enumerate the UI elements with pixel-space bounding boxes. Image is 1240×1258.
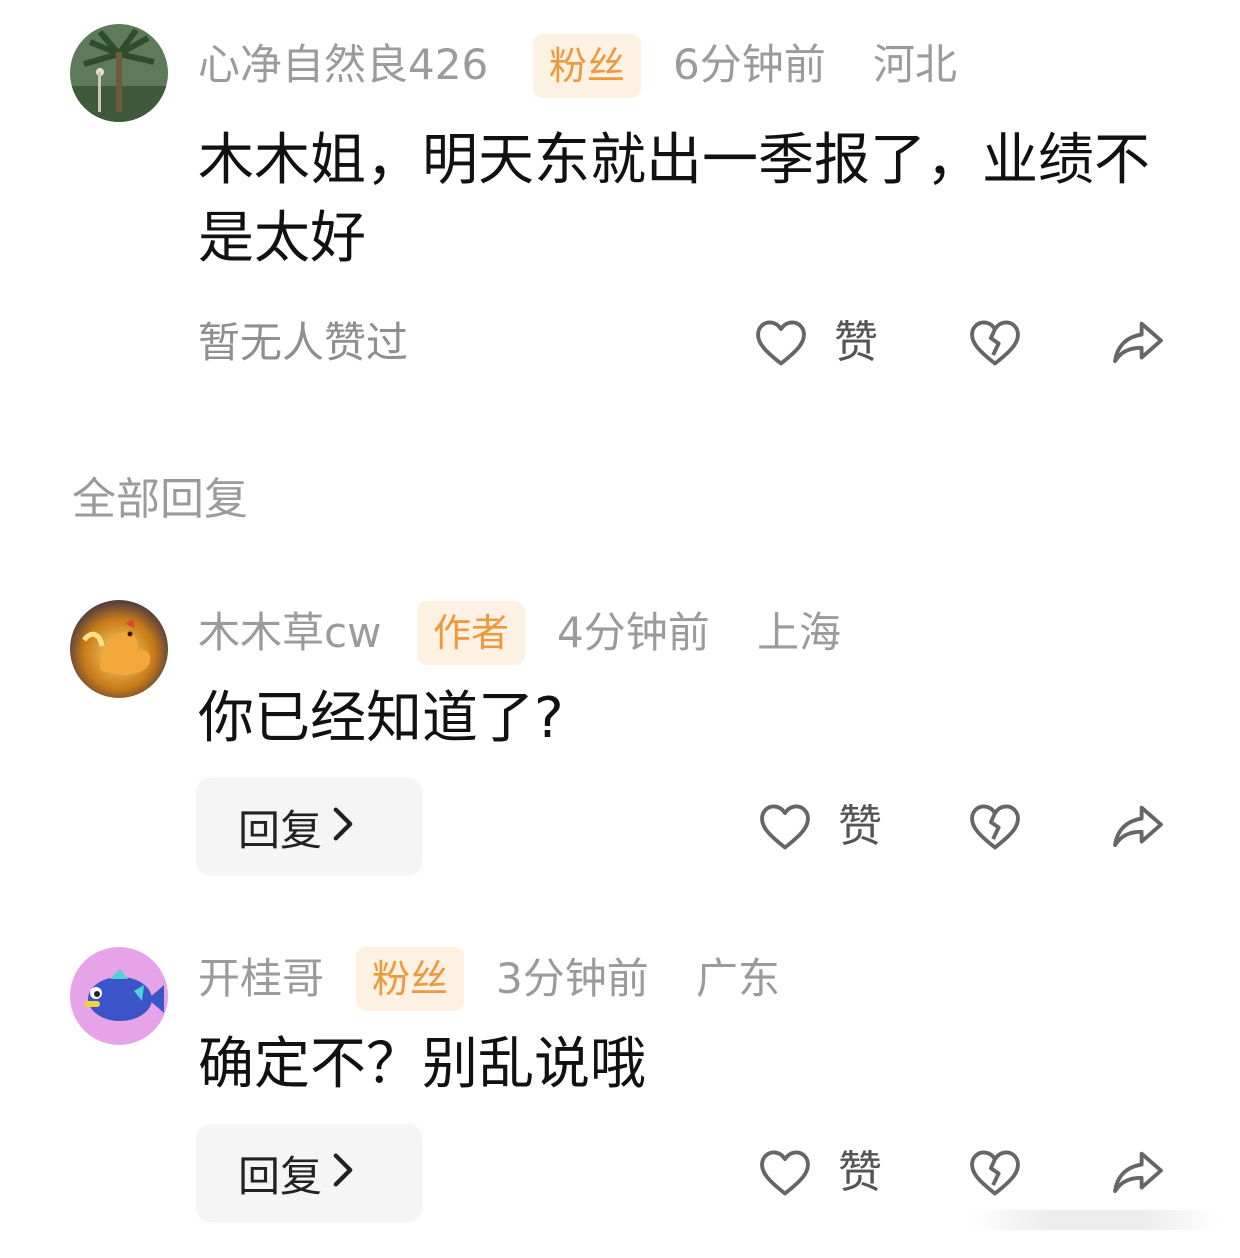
share-button[interactable]: [1108, 798, 1168, 856]
reply-time: 3分钟前: [496, 954, 649, 1003]
reply-location: 广东: [696, 954, 781, 1003]
fan-badge: 粉丝: [533, 34, 641, 98]
share-forward-icon: [1113, 805, 1163, 848]
reply-button-label: 回复: [238, 1151, 323, 1201]
like-label: 赞: [834, 317, 878, 368]
reply-time: 4分钟前: [557, 608, 710, 657]
fan-badge: 粉丝: [356, 947, 464, 1011]
reply-username[interactable]: 开桂哥: [198, 958, 324, 1000]
like-label: 赞: [838, 1147, 882, 1198]
share-forward-icon: [1113, 1151, 1163, 1194]
broken-heart-icon: [970, 1150, 1020, 1196]
author-badge: 作者: [417, 601, 525, 665]
comment-time: 6分钟前: [673, 40, 826, 89]
reply-button[interactable]: 回复: [196, 778, 422, 876]
golden-rooster-avatar-image: [70, 600, 168, 698]
like-button[interactable]: 赞: [752, 314, 878, 372]
broken-heart-icon: [970, 804, 1020, 850]
heart-outline-icon: [756, 798, 814, 856]
like-button[interactable]: 赞: [756, 1144, 882, 1202]
comment-username[interactable]: 心净自然良426: [198, 44, 488, 86]
chevron-right-icon: [332, 1148, 354, 1199]
like-label: 赞: [838, 801, 882, 852]
avatar-main[interactable]: [70, 24, 168, 122]
dislike-button[interactable]: [966, 314, 1024, 372]
reply-content: 确定不？别乱说哦: [198, 1032, 646, 1097]
share-forward-icon: [1113, 321, 1163, 364]
share-button[interactable]: [1108, 1144, 1168, 1202]
reply-button[interactable]: 回复: [196, 1124, 422, 1222]
avatar-reply-2[interactable]: [70, 947, 168, 1045]
comment-content: 木木姐，明天东就出一季报了，业绩不是太好: [198, 128, 1150, 271]
palm-tree-avatar-image: [70, 24, 168, 122]
reply-button-label: 回复: [238, 805, 323, 855]
chevron-right-icon: [332, 802, 354, 853]
share-button[interactable]: [1108, 314, 1168, 372]
replies-header: 全部回复: [72, 474, 248, 525]
heart-outline-icon: [752, 314, 810, 372]
broken-heart-icon: [970, 320, 1020, 366]
avatar-reply-1[interactable]: [70, 600, 168, 698]
watermark: [970, 1210, 1220, 1230]
dislike-button[interactable]: [966, 798, 1024, 856]
like-button[interactable]: 赞: [756, 798, 882, 856]
heart-outline-icon: [756, 1144, 814, 1202]
comment-location: 河北: [873, 40, 958, 89]
reply-location: 上海: [757, 608, 842, 657]
reply-content: 你已经知道了?: [198, 686, 564, 751]
dislike-button[interactable]: [966, 1144, 1024, 1202]
like-status: 暂无人赞过: [198, 318, 409, 367]
reply-username[interactable]: 木木草cw: [198, 612, 381, 654]
cartoon-fish-avatar-image: [70, 947, 168, 1045]
